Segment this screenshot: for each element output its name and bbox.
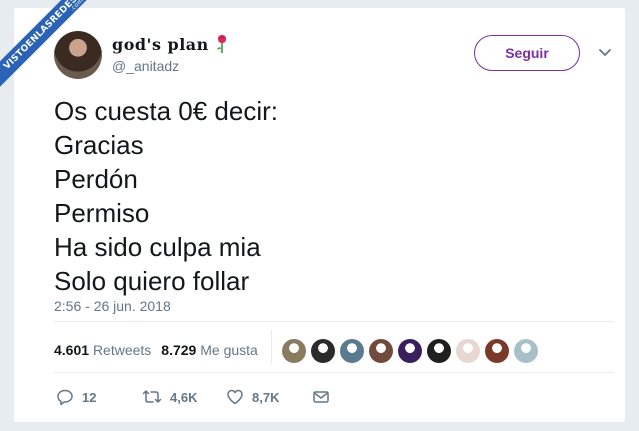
tweet-line: Solo quiero follar (54, 266, 250, 296)
tweet-card: god's plan @_anitadz Seguir Os cuesta 0€… (14, 8, 625, 422)
tweet-line: Os cuesta 0€ decir: (54, 96, 278, 126)
divider (54, 372, 614, 373)
retweet-count: 4,6K (170, 389, 198, 405)
liker-avatar-6[interactable] (427, 339, 451, 363)
liker-avatar-8[interactable] (485, 339, 509, 363)
likes-label: Me gusta (200, 342, 258, 358)
retweet-button[interactable]: 4,6K (142, 388, 226, 406)
divider (54, 321, 614, 322)
retweets-stat[interactable]: 4.601 Retweets (54, 342, 151, 358)
tweet-line: Gracias (54, 130, 144, 160)
tweet-stats: 4.601 Retweets 8.729 Me gusta (54, 342, 258, 358)
liker-avatars (282, 339, 538, 363)
liker-avatar-5[interactable] (398, 339, 422, 363)
reply-count: 12 (82, 389, 97, 405)
tweet-text: Os cuesta 0€ decir: Gracias Perdón Permi… (54, 94, 278, 298)
user-handle[interactable]: @_anitadz (112, 58, 179, 74)
tweet-line: Permiso (54, 198, 150, 228)
liker-avatar-9[interactable] (514, 339, 538, 363)
liker-avatar-4[interactable] (369, 339, 393, 363)
like-button[interactable]: 8,7K (226, 388, 312, 406)
follow-button[interactable]: Seguir (474, 35, 580, 71)
likes-stat[interactable]: 8.729 Me gusta (161, 342, 258, 358)
chevron-down-icon[interactable] (598, 46, 612, 60)
likes-count: 8.729 (161, 342, 197, 358)
tweet-actions: 12 4,6K 8,7K (56, 388, 330, 406)
retweets-label: Retweets (92, 342, 152, 358)
direct-message-button[interactable] (312, 388, 330, 406)
timestamp[interactable]: 2:56 - 26 jun. 2018 (54, 298, 171, 314)
reply-button[interactable]: 12 (56, 388, 142, 406)
rose-emoji-icon (215, 34, 229, 54)
stats-separator (271, 330, 272, 364)
reply-icon (56, 388, 74, 406)
envelope-icon (312, 388, 330, 406)
avatar[interactable] (54, 31, 102, 79)
display-name[interactable]: god's plan (112, 34, 229, 54)
tweet-line: Ha sido culpa mia (54, 232, 261, 262)
retweets-count: 4.601 (54, 342, 90, 358)
like-count: 8,7K (252, 389, 280, 405)
liker-avatar-7[interactable] (456, 339, 480, 363)
liker-avatar-1[interactable] (282, 339, 306, 363)
heart-icon (226, 388, 244, 406)
liker-avatar-2[interactable] (311, 339, 335, 363)
retweet-icon (142, 388, 162, 406)
tweet-line: Perdón (54, 164, 138, 194)
display-name-text: god's plan (112, 34, 209, 54)
liker-avatar-3[interactable] (340, 339, 364, 363)
